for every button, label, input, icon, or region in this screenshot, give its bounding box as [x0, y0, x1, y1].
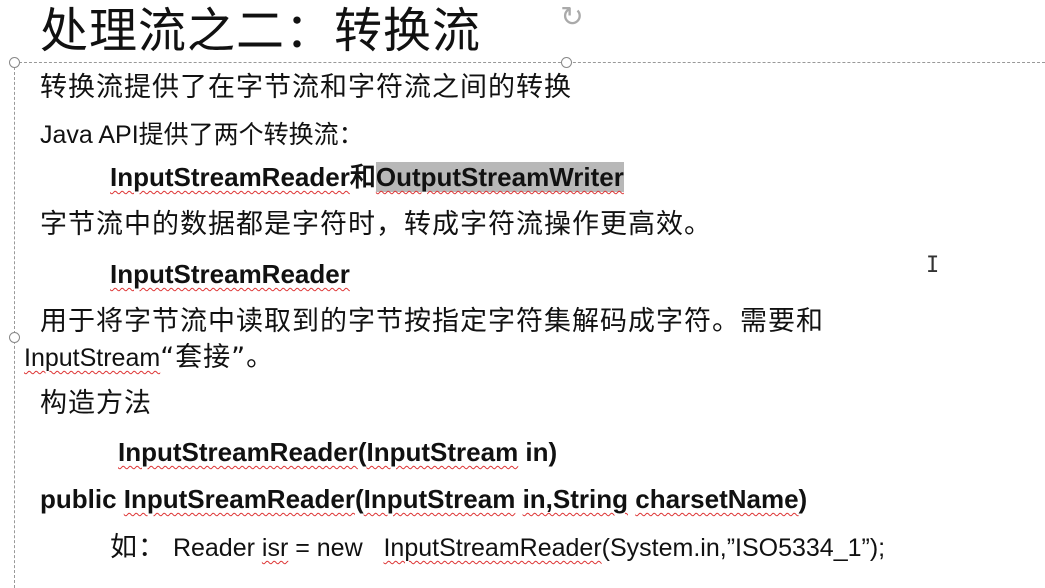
body-line-7-text: “套接”。 [160, 342, 275, 373]
body-line-2-text: Java API提供了两个转换流： [40, 121, 364, 149]
rotate-handle-icon[interactable]: ↻ [555, 2, 589, 32]
subheading-inputstreamreader: InputStreamReader [110, 259, 350, 289]
class-name-outputstreamwriter-selected[interactable]: OutputStreamWriter [375, 162, 624, 192]
resize-handle-top-middle[interactable] [561, 57, 572, 68]
textbox-frame-top [14, 62, 1045, 63]
body-line-4: 字节流中的数据都是字符时，转成字符流操作更高效。 [40, 209, 712, 240]
body-line-10: public InputSreamReader(InputStream in,S… [40, 481, 807, 518]
body-line-9: InputStreamReader(InputStream in) [118, 434, 557, 471]
text-cursor-icon: I [926, 253, 940, 278]
example-label: 如： [110, 532, 166, 563]
ctor2-modifier: public [40, 484, 124, 514]
ctor1-param-name: in) [518, 437, 558, 467]
ctor2-paren-open: ( [354, 484, 364, 514]
example-var: isr [261, 534, 289, 562]
ctor2-charset-name: charsetName [635, 484, 799, 514]
body-line-2: Java API提供了两个转换流： [40, 117, 364, 153]
body-line-5: InputStreamReader [110, 256, 350, 293]
ctor1-class: InputStreamReader [118, 437, 358, 467]
ctor1-param-type: InputStream [366, 437, 519, 467]
body-line-7: InputStream“套接”。 [24, 340, 274, 376]
ctor2-space-1 [515, 484, 522, 514]
resize-handle-middle-left[interactable] [9, 332, 20, 343]
body-line-1: 转换流提供了在字节流和字符流之间的转换 [40, 72, 572, 103]
example-class: InputStreamReader [383, 534, 602, 562]
class-name-inputstreamreader: InputStreamReader [110, 162, 350, 192]
textbox-frame-left [14, 62, 15, 588]
slide-title: 处理流之二：转换流 [40, 3, 482, 59]
ctor2-class: InputSreamReader [123, 484, 355, 514]
ctor2-param-type: InputStream [363, 484, 516, 514]
resize-handle-top-left[interactable] [9, 57, 20, 68]
example-args: (System.in,”ISO5334_1”); [601, 534, 886, 562]
example-type: Reader [166, 534, 262, 562]
example-new: = new [288, 534, 384, 562]
ctor2-paren-close: ) [798, 484, 808, 514]
conjunction-and: 和 [349, 162, 376, 192]
body-line-11: 如： Reader isr = new InputStreamReader(Sy… [110, 530, 885, 566]
body-line-6: 用于将字节流中读取到的字节按指定字符集解码成字符。需要和 [40, 306, 824, 337]
ctor2-param-list: in,String [522, 484, 628, 514]
body-line-8: 构造方法 [40, 388, 152, 419]
body-line-3: InputStreamReader和OutputStreamWriter [110, 159, 624, 196]
ctor1-paren-open: ( [357, 437, 367, 467]
term-inputstream: InputStream [24, 344, 161, 372]
